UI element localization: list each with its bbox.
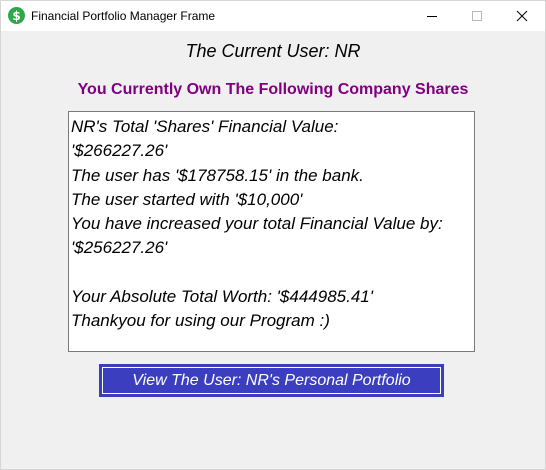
minimize-button[interactable] <box>409 1 455 31</box>
title-bar[interactable]: $ Financial Portfolio Manager Frame <box>1 1 545 31</box>
close-icon <box>516 10 528 22</box>
summary-line: Thankyou for using our Program :) <box>71 311 330 331</box>
maximize-icon <box>472 11 482 21</box>
summary-line: '$256227.26' <box>71 238 168 258</box>
summary-line: '$266227.26' <box>71 141 168 161</box>
close-button[interactable] <box>499 1 545 31</box>
summary-line: NR's Total 'Shares' Financial Value: <box>71 117 339 136</box>
main-window: $ Financial Portfolio Manager Frame The … <box>0 0 546 470</box>
minimize-icon <box>427 16 437 17</box>
view-portfolio-button[interactable]: View The User: NR's Personal Portfolio <box>99 364 444 397</box>
summary-line: You have increased your total Financial … <box>71 214 443 234</box>
shares-heading: You Currently Own The Following Company … <box>77 81 469 98</box>
view-portfolio-button-label: View The User: NR's Personal Portfolio <box>102 367 441 394</box>
dollar-icon: $ <box>8 7 25 24</box>
maximize-button[interactable] <box>454 1 500 31</box>
portfolio-summary-textarea[interactable]: NR's Total 'Shares' Financial Value: '$2… <box>68 111 475 352</box>
summary-line: The user has '$178758.15' in the bank. <box>71 165 364 185</box>
summary-line: The user started with '$10,000' <box>71 189 303 209</box>
current-user-heading: The Current User: NR <box>185 41 361 61</box>
window-title: Financial Portfolio Manager Frame <box>31 9 216 23</box>
summary-line: Your Absolute Total Worth: '$444985.41' <box>71 287 373 307</box>
summary-line <box>71 261 472 285</box>
